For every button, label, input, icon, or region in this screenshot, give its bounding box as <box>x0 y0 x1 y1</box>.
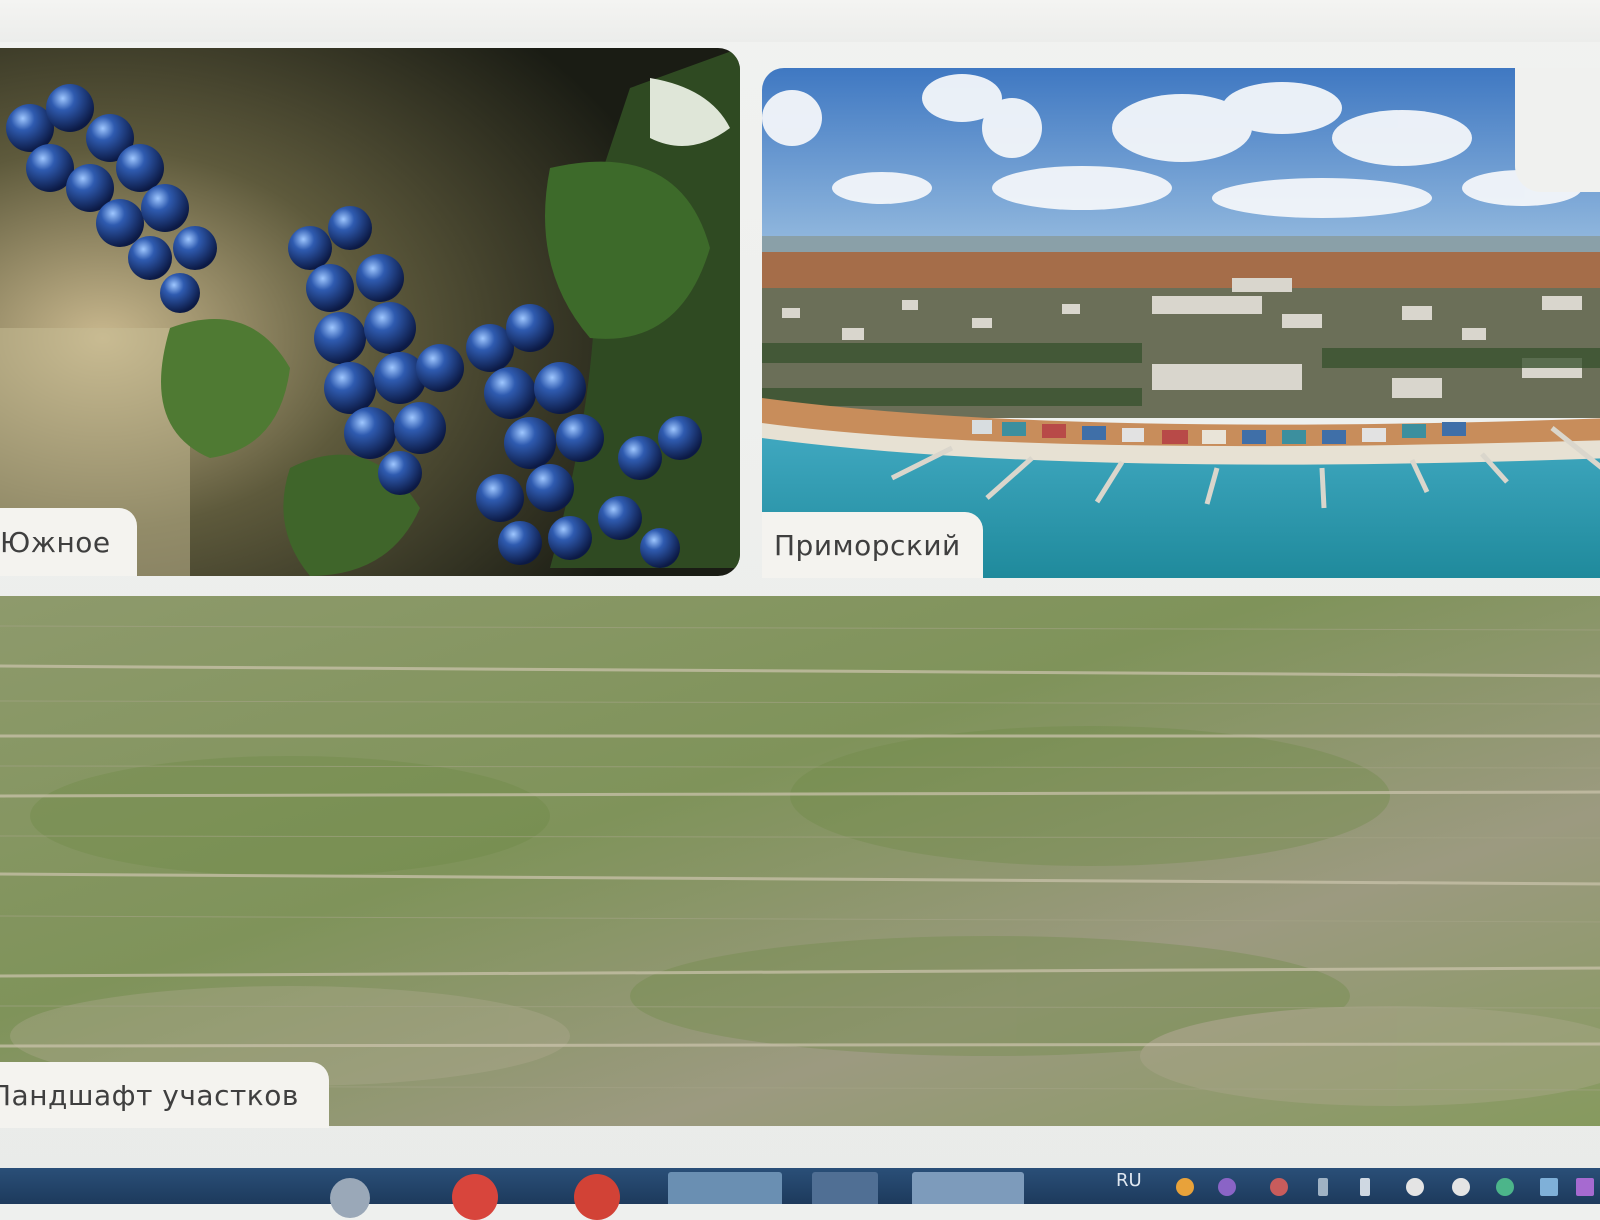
card-caption-label: Приморский <box>774 528 961 562</box>
primorsky-image <box>762 68 1600 578</box>
tray-app-icon[interactable] <box>1176 1178 1194 1196</box>
tray-app-icon[interactable] <box>1406 1178 1424 1196</box>
language-indicator[interactable]: RU <box>1116 1170 1142 1191</box>
tray-app-icon[interactable] <box>1496 1178 1514 1196</box>
network-icon[interactable] <box>1318 1178 1328 1196</box>
grapes-photo[interactable] <box>0 48 740 576</box>
card-caption-label: Южное <box>0 525 111 559</box>
grapes-image <box>0 48 740 576</box>
taskbar: RU <box>0 1168 1600 1220</box>
card-caption-primorsky[interactable]: Приморский <box>762 512 983 578</box>
battery-icon[interactable] <box>1360 1178 1370 1196</box>
field-image <box>0 596 1600 1126</box>
taskbar-app-icon[interactable] <box>452 1174 498 1220</box>
taskbar-window-button[interactable] <box>668 1172 782 1204</box>
primorsky-photo[interactable] <box>762 68 1600 578</box>
taskbar-app-icon[interactable] <box>574 1174 620 1220</box>
card-corner-notch <box>1515 68 1600 192</box>
tray-app-icon[interactable] <box>1452 1178 1470 1196</box>
card-caption-label: Ландшафт участков <box>0 1078 299 1112</box>
taskbar-window-button[interactable] <box>812 1172 878 1204</box>
tray-app-icon[interactable] <box>1218 1178 1236 1196</box>
taskbar-window-button[interactable] <box>912 1172 1024 1204</box>
card-caption-landscape[interactable]: Ландшафт участков <box>0 1062 329 1128</box>
tray-app-icon[interactable] <box>1270 1178 1288 1196</box>
window-top-edge <box>0 0 1600 42</box>
page: Южное Приморский Ландшафт участков RU <box>0 0 1600 1220</box>
tray-app-icon[interactable] <box>1576 1178 1594 1196</box>
taskbar-app-icon[interactable] <box>330 1178 370 1218</box>
tray-app-icon[interactable] <box>1540 1178 1558 1196</box>
field-photo[interactable] <box>0 596 1600 1126</box>
card-caption-yuzhnoe[interactable]: Южное <box>0 508 137 576</box>
